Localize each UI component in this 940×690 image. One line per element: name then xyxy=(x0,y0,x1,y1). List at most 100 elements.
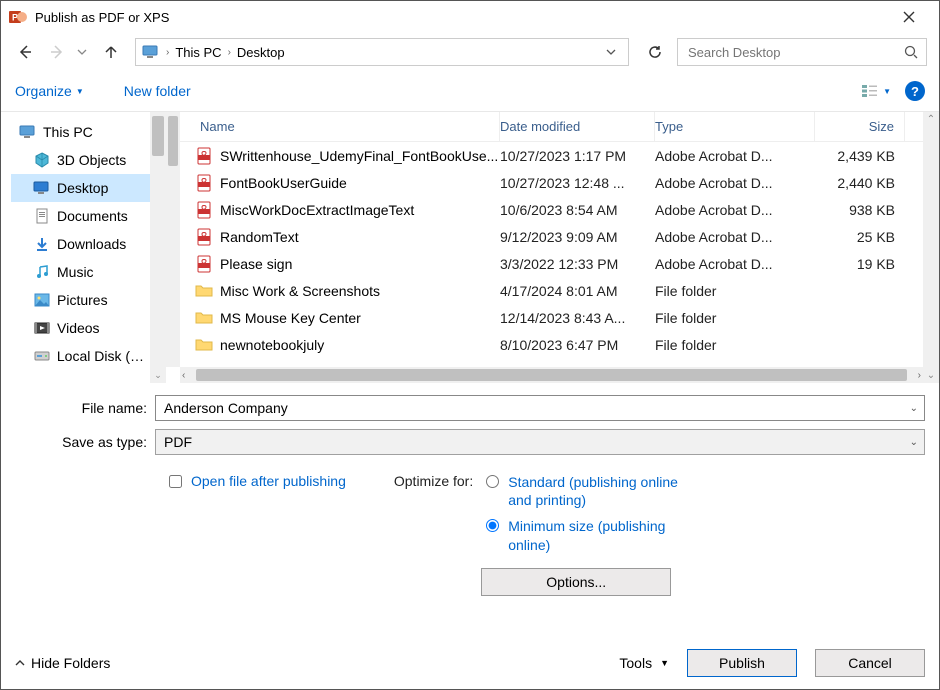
sidebar: This PC 3D Objects Desktop DocumentsDownloa… xyxy=(1,112,166,383)
view-options-button[interactable]: ▼ xyxy=(861,84,891,98)
open-after-checkbox-input[interactable] xyxy=(169,475,182,488)
sidebar-item-documents[interactable]: Documents xyxy=(11,202,166,230)
chevron-down-icon[interactable]: ⌄ xyxy=(910,403,918,414)
optimize-standard-radio[interactable]: Standard (publishing online and printing… xyxy=(481,473,678,509)
file-type: Adobe Acrobat D... xyxy=(655,256,815,272)
sidebar-item-label: This PC xyxy=(43,124,93,140)
column-header-name[interactable]: Name xyxy=(180,112,500,141)
chevron-down-icon[interactable]: ⌄ xyxy=(910,437,918,448)
file-row[interactable]: SWrittenhouse_UdemyFinal_FontBookUse...1… xyxy=(180,142,923,169)
sidebar-item-label: Desktop xyxy=(57,180,108,196)
file-row[interactable]: RandomText9/12/2023 9:09 AMAdobe Acrobat… xyxy=(180,223,923,250)
open-after-checkbox[interactable]: Open file after publishing xyxy=(165,473,346,596)
saveas-select[interactable]: PDF ⌄ xyxy=(155,429,925,455)
pdf-icon xyxy=(194,146,214,166)
tools-menu[interactable]: Tools ▼ xyxy=(619,655,669,671)
file-name: MS Mouse Key Center xyxy=(220,310,500,326)
pic-icon xyxy=(33,291,51,309)
sidebar-item-local-disk-c-[interactable]: Local Disk (C:) xyxy=(11,342,166,370)
tools-label: Tools xyxy=(619,655,652,671)
search-icon xyxy=(904,45,918,59)
sidebar-item-videos[interactable]: Videos xyxy=(11,314,166,342)
hide-folders-button[interactable]: Hide Folders xyxy=(15,655,110,671)
column-header-type[interactable]: Type xyxy=(655,112,815,141)
file-date: 12/14/2023 8:43 A... xyxy=(500,310,655,326)
file-name: FontBookUserGuide xyxy=(220,175,500,191)
publish-button[interactable]: Publish xyxy=(687,649,797,677)
sidebar-item-label: Pictures xyxy=(57,292,108,308)
sidebar-item-label: Music xyxy=(57,264,94,280)
disk-icon xyxy=(33,347,51,365)
search-box[interactable] xyxy=(677,38,927,66)
open-after-label: Open file after publishing xyxy=(191,473,346,489)
nav-up-button[interactable] xyxy=(99,40,123,64)
file-date: 10/27/2023 1:17 PM xyxy=(500,148,655,164)
breadcrumb-root[interactable]: This PC xyxy=(169,45,227,60)
sidebar-item-pictures[interactable]: Pictures xyxy=(11,286,166,314)
help-button[interactable]: ? xyxy=(905,81,925,101)
pdf-icon xyxy=(194,200,214,220)
optimize-minimum-label: Minimum size (publishing online) xyxy=(508,517,678,553)
optimize-standard-radio-input[interactable] xyxy=(486,475,499,488)
content-scrollbar-right[interactable]: ⌃⌄ xyxy=(923,112,939,383)
column-header-size[interactable]: Size xyxy=(815,112,905,141)
nav-history-dropdown[interactable] xyxy=(77,49,91,55)
file-name: SWrittenhouse_UdemyFinal_FontBookUse... xyxy=(220,148,500,164)
file-date: 3/3/2022 12:33 PM xyxy=(500,256,655,272)
file-row[interactable]: newnotebookjuly8/10/2023 6:47 PMFile fol… xyxy=(180,331,923,358)
breadcrumb[interactable]: › This PC › Desktop xyxy=(135,38,629,66)
file-date: 4/17/2024 8:01 AM xyxy=(500,283,655,299)
sidebar-item-music[interactable]: Music xyxy=(11,258,166,286)
content-scrollbar-left[interactable] xyxy=(166,112,180,367)
pdf-icon xyxy=(194,254,214,274)
search-input[interactable] xyxy=(686,44,904,61)
close-button[interactable] xyxy=(887,1,931,33)
filename-input[interactable]: Anderson Company ⌄ xyxy=(155,395,925,421)
sidebar-item-desktop[interactable]: Desktop xyxy=(11,174,166,202)
optimize-minimum-radio-input[interactable] xyxy=(486,519,499,532)
chevron-down-icon: ▼ xyxy=(660,658,669,668)
saveas-value: PDF xyxy=(164,434,192,450)
window-title: Publish as PDF or XPS xyxy=(35,10,887,25)
new-folder-button[interactable]: New folder xyxy=(124,83,191,99)
file-row[interactable]: FontBookUserGuide10/27/2023 12:48 ...Ado… xyxy=(180,169,923,196)
organize-label: Organize xyxy=(15,83,72,99)
cancel-button[interactable]: Cancel xyxy=(815,649,925,677)
sidebar-scrollbar[interactable]: ⌄ xyxy=(150,112,166,383)
file-type: File folder xyxy=(655,283,815,299)
file-size: 2,440 KB xyxy=(815,175,905,191)
refresh-button[interactable] xyxy=(641,38,669,66)
content-scrollbar-horizontal[interactable]: ‹› xyxy=(180,367,923,383)
filename-value: Anderson Company xyxy=(164,400,288,416)
organize-menu[interactable]: Organize ▼ xyxy=(15,83,84,99)
file-type: Adobe Acrobat D... xyxy=(655,148,815,164)
file-row[interactable]: Please sign3/3/2022 12:33 PMAdobe Acroba… xyxy=(180,250,923,277)
breadcrumb-dropdown-icon[interactable] xyxy=(606,49,622,55)
file-row[interactable]: MS Mouse Key Center12/14/2023 8:43 A...F… xyxy=(180,304,923,331)
file-date: 10/6/2023 8:54 AM xyxy=(500,202,655,218)
sidebar-item-downloads[interactable]: Downloads xyxy=(11,230,166,258)
sidebar-item-3d-objects[interactable]: 3D Objects xyxy=(11,146,166,174)
pc-icon xyxy=(19,123,37,141)
file-type: File folder xyxy=(655,337,815,353)
pdf-icon xyxy=(194,173,214,193)
sidebar-item-label: 3D Objects xyxy=(57,152,126,168)
nav-forward-button[interactable] xyxy=(45,40,69,64)
file-row[interactable]: Misc Work & Screenshots4/17/2024 8:01 AM… xyxy=(180,277,923,304)
sidebar-item-label: Videos xyxy=(57,320,100,336)
column-header-date[interactable]: Date modified xyxy=(500,112,655,141)
nav-back-button[interactable] xyxy=(13,40,37,64)
optimize-minimum-radio[interactable]: Minimum size (publishing online) xyxy=(481,517,678,553)
file-row[interactable]: MiscWorkDocExtractImageText10/6/2023 8:5… xyxy=(180,196,923,223)
doc-icon xyxy=(33,207,51,225)
sidebar-item-this-pc[interactable]: This PC xyxy=(11,118,166,146)
options-button[interactable]: Options... xyxy=(481,568,671,596)
file-name: Please sign xyxy=(220,256,500,272)
file-type: Adobe Acrobat D... xyxy=(655,175,815,191)
file-type: File folder xyxy=(655,310,815,326)
folder-icon xyxy=(194,308,214,328)
file-size: 938 KB xyxy=(815,202,905,218)
breadcrumb-folder[interactable]: Desktop xyxy=(231,45,291,60)
down-icon xyxy=(33,235,51,253)
powerpoint-icon: P xyxy=(9,8,27,26)
